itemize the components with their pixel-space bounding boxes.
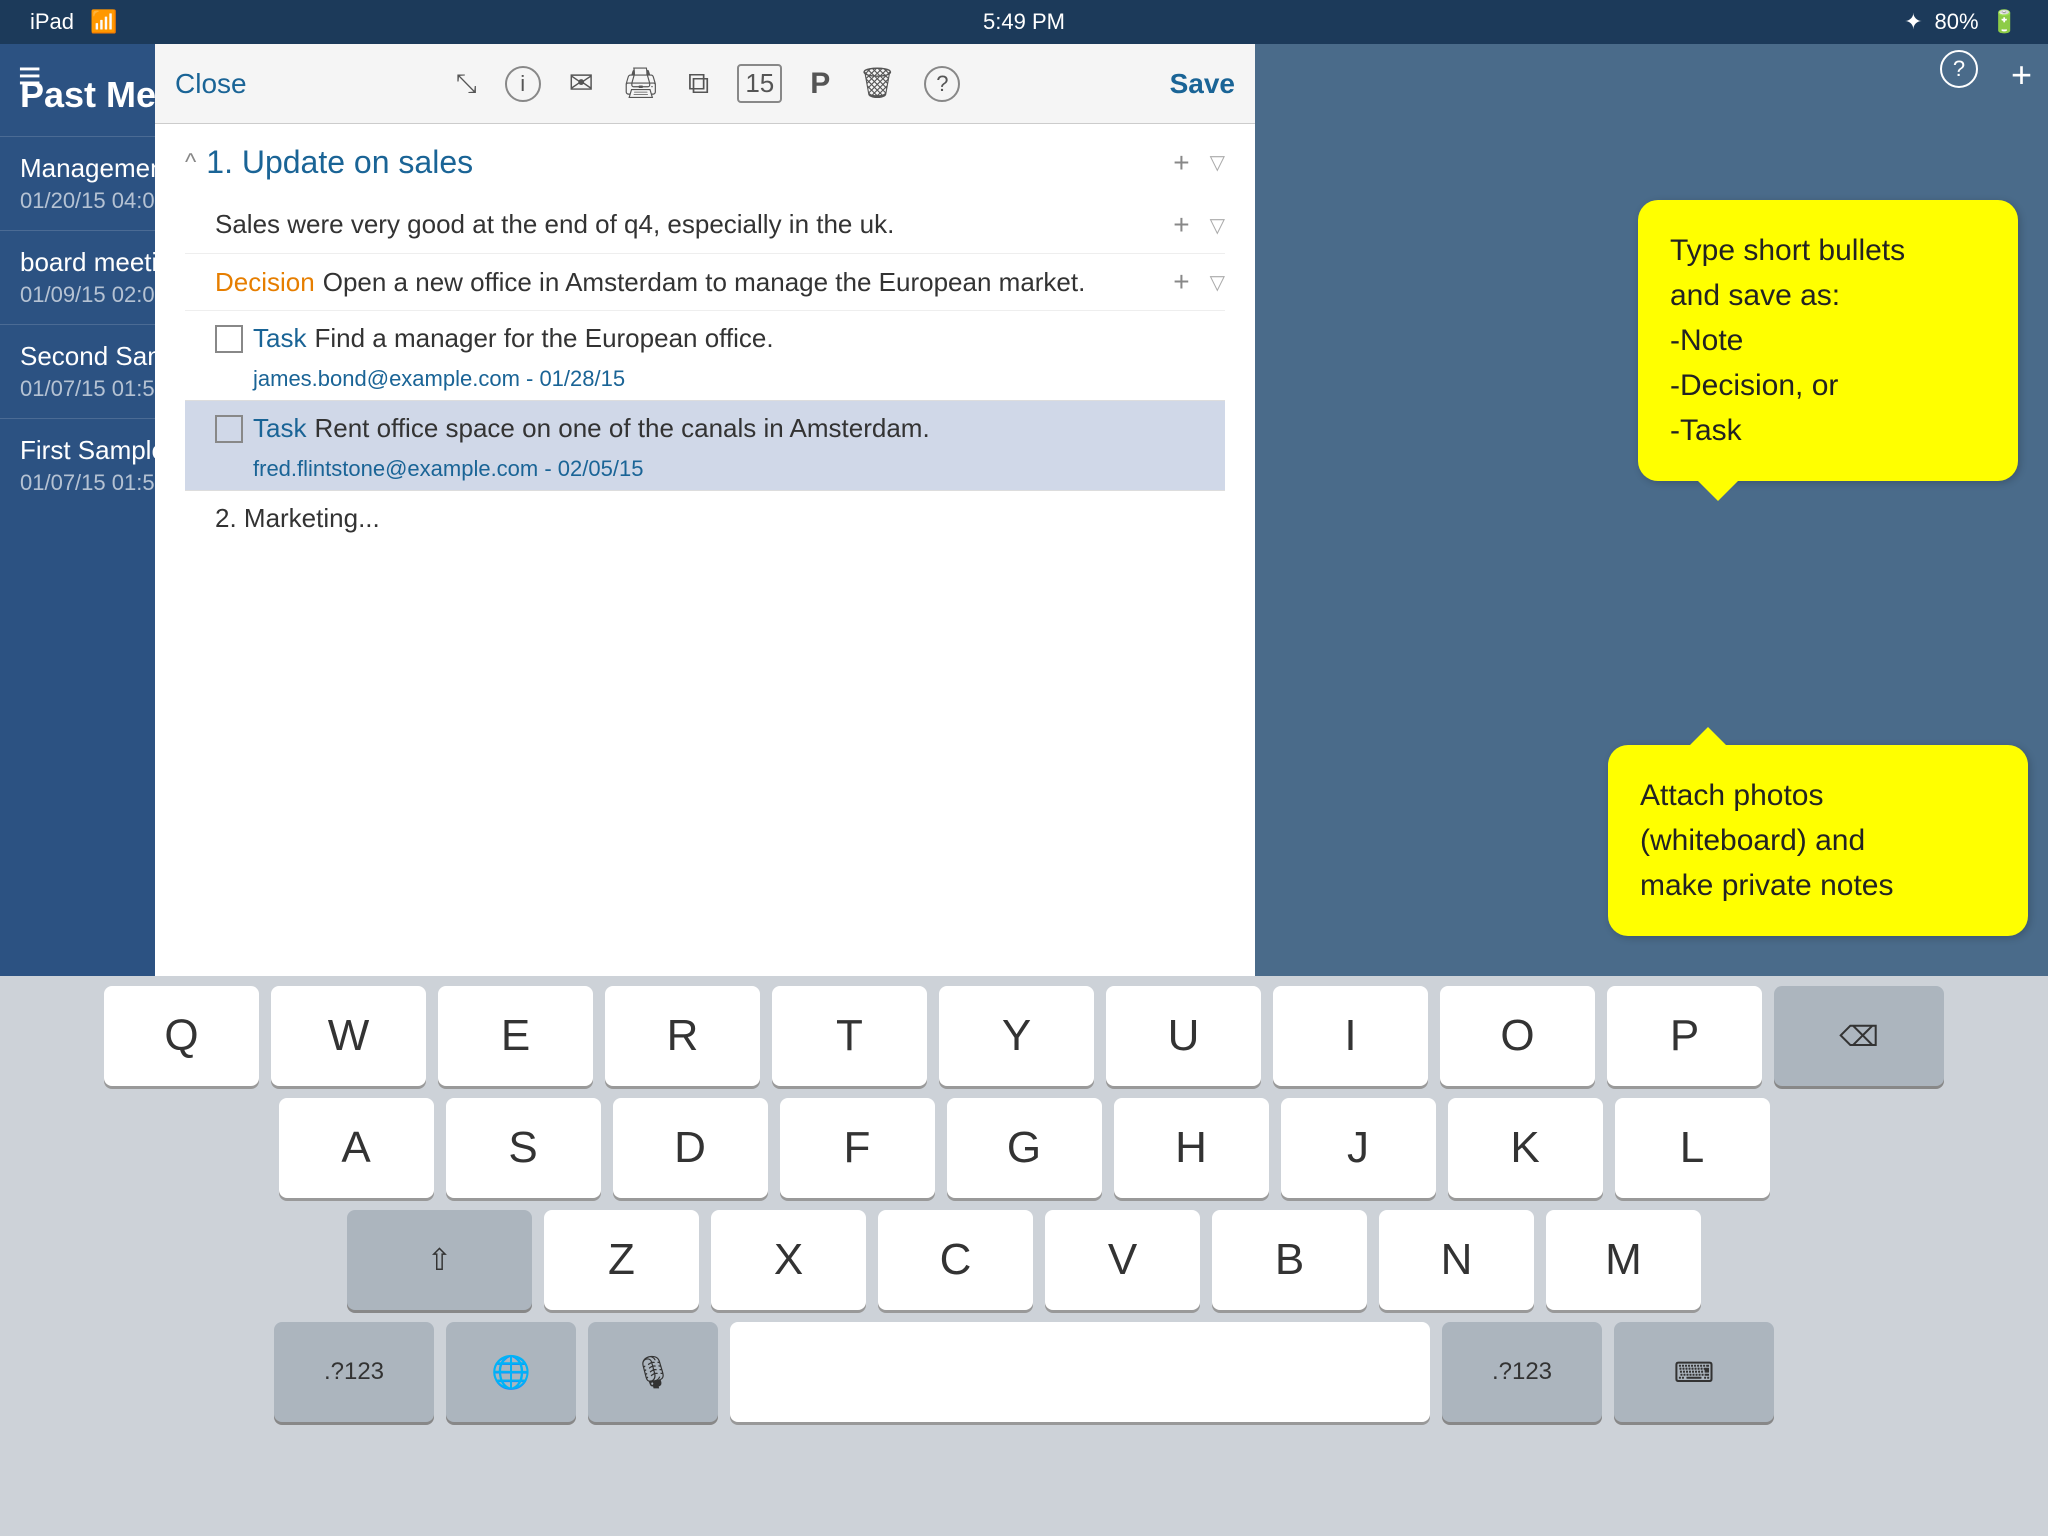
- key-keyboard[interactable]: ⌨: [1614, 1322, 1774, 1422]
- hamburger-icon[interactable]: ≡: [18, 54, 41, 99]
- key-m[interactable]: M: [1546, 1210, 1701, 1310]
- note-collapse-icon[interactable]: ▽: [1210, 213, 1225, 238]
- task-row-2: Task Rent office space on one of the can…: [185, 401, 1225, 491]
- task-label-1: Task: [253, 323, 306, 354]
- key-p[interactable]: P: [1607, 986, 1762, 1086]
- key-d[interactable]: D: [613, 1098, 768, 1198]
- info-icon[interactable]: i: [505, 66, 541, 102]
- task-checkbox-2[interactable]: [215, 415, 243, 443]
- key-j[interactable]: J: [1281, 1098, 1436, 1198]
- key-g[interactable]: G: [947, 1098, 1102, 1198]
- content-area: ^ 1. Update on sales + ▽ Sales were very…: [155, 124, 1255, 558]
- task-checkbox-1[interactable]: [215, 325, 243, 353]
- task-assignee-1: james.bond@example.com - 01/28/15: [185, 362, 1225, 400]
- tooltip-photos: Attach photos(whiteboard) andmake privat…: [1608, 745, 2028, 936]
- key-q[interactable]: Q: [104, 986, 259, 1086]
- close-button[interactable]: Close: [175, 68, 247, 100]
- status-time: 5:49 PM: [983, 9, 1065, 35]
- key-z[interactable]: Z: [544, 1210, 699, 1310]
- key-v[interactable]: V: [1045, 1210, 1200, 1310]
- decision-text-1: Open a new office in Amsterdam to manage…: [323, 267, 1164, 298]
- topic-row: ^ 1. Update on sales + ▽: [185, 144, 1225, 181]
- keyboard-row-1: Q W E R T Y U I O P ⌫: [10, 986, 2038, 1086]
- task-label-2: Task: [253, 413, 306, 444]
- help-icon[interactable]: ?: [1940, 50, 1978, 88]
- task-row-1: Task Find a manager for the European off…: [185, 311, 1225, 401]
- key-a[interactable]: A: [279, 1098, 434, 1198]
- topic-add-icon[interactable]: +: [1173, 147, 1189, 179]
- key-i[interactable]: I: [1273, 986, 1428, 1086]
- status-bar: iPad 📶 5:49 PM ✦ 80% 🔋: [0, 0, 2048, 44]
- note-row-1: Sales were very good at the end of q4, e…: [185, 197, 1225, 254]
- marketing-row: 2. Marketing...: [185, 491, 1225, 538]
- key-s[interactable]: S: [446, 1098, 601, 1198]
- mail-icon[interactable]: ✉: [569, 66, 594, 101]
- wifi-icon: 📶: [90, 9, 117, 35]
- key-u[interactable]: U: [1106, 986, 1261, 1086]
- key-c[interactable]: C: [878, 1210, 1033, 1310]
- help-circle-icon[interactable]: ?: [924, 66, 960, 102]
- key-space[interactable]: [730, 1322, 1430, 1422]
- key-r[interactable]: R: [605, 986, 760, 1086]
- trash-icon[interactable]: 🗑: [858, 66, 896, 101]
- copy-icon[interactable]: ⧉: [688, 67, 709, 101]
- status-left: iPad 📶: [30, 9, 117, 35]
- key-l[interactable]: L: [1615, 1098, 1770, 1198]
- key-backspace[interactable]: ⌫: [1774, 986, 1944, 1086]
- key-globe[interactable]: 🌐: [446, 1322, 576, 1422]
- battery-percent: 80%: [1935, 9, 1979, 35]
- key-h[interactable]: H: [1114, 1098, 1269, 1198]
- task-assignee-2: fred.flintstone@example.com - 02/05/15: [185, 452, 1225, 490]
- tooltip-photos-text: Attach photos(whiteboard) andmake privat…: [1640, 779, 1893, 902]
- key-num1[interactable]: .?123: [274, 1322, 434, 1422]
- toolbar: Close ⤡ i ✉ 🖨 ⧉ 15 P 🗑 ? Save: [155, 44, 1255, 124]
- key-f[interactable]: F: [780, 1098, 935, 1198]
- key-b[interactable]: B: [1212, 1210, 1367, 1310]
- chevron-icon: ^: [185, 149, 196, 177]
- key-w[interactable]: W: [271, 986, 426, 1086]
- key-num2[interactable]: .?123: [1442, 1322, 1602, 1422]
- print-icon[interactable]: 🖨: [622, 66, 660, 101]
- compress-icon[interactable]: ⤡: [456, 68, 477, 100]
- key-o[interactable]: O: [1440, 986, 1595, 1086]
- ipad-label: iPad: [30, 9, 74, 35]
- toolbar-icons: ⤡ i ✉ 🖨 ⧉ 15 P 🗑 ?: [281, 64, 1136, 103]
- key-y[interactable]: Y: [939, 986, 1094, 1086]
- key-t[interactable]: T: [772, 986, 927, 1086]
- topic-collapse-icon[interactable]: ▽: [1210, 150, 1225, 175]
- topic-title: 1. Update on sales: [206, 144, 473, 181]
- note-text-1: Sales were very good at the end of q4, e…: [215, 209, 1163, 240]
- bluetooth-icon: ✦: [1904, 9, 1922, 35]
- keyboard: Q W E R T Y U I O P ⌫ A S D F G H J K L …: [0, 976, 2048, 1536]
- key-x[interactable]: X: [711, 1210, 866, 1310]
- battery-icon: 🔋: [1991, 9, 2018, 35]
- tooltip-bullets-text: Type short bulletsand save as:-Note-Deci…: [1670, 234, 1905, 447]
- decision-label: Decision: [215, 267, 315, 298]
- tooltip-bullets: Type short bulletsand save as:-Note-Deci…: [1638, 200, 2018, 481]
- task-text-1: Find a manager for the European office.: [314, 323, 1225, 354]
- key-n[interactable]: N: [1379, 1210, 1534, 1310]
- keyboard-bottom-row: .?123 🌐 🎙 .?123 ⌨: [0, 1322, 2048, 1430]
- save-button[interactable]: Save: [1170, 68, 1235, 100]
- topic-actions: + ▽: [1173, 147, 1225, 179]
- key-mic[interactable]: 🎙: [588, 1322, 718, 1422]
- note-add-icon[interactable]: +: [1173, 209, 1189, 241]
- key-shift[interactable]: ⇧: [347, 1210, 532, 1310]
- key-e[interactable]: E: [438, 986, 593, 1086]
- paragraph-icon[interactable]: P: [810, 67, 830, 101]
- decision-row-1: Decision Open a new office in Amsterdam …: [185, 254, 1225, 311]
- keyboard-row-3: ⇧ Z X C V B N M: [10, 1210, 2038, 1310]
- key-k[interactable]: K: [1448, 1098, 1603, 1198]
- status-right: ✦ 80% 🔋: [1904, 9, 2018, 35]
- task-text-2: Rent office space on one of the canals i…: [314, 413, 1225, 444]
- decision-add-icon[interactable]: +: [1173, 266, 1189, 298]
- add-button[interactable]: +: [2011, 54, 2032, 96]
- keyboard-row-2: A S D F G H J K L: [10, 1098, 2038, 1198]
- decision-collapse-icon[interactable]: ▽: [1210, 270, 1225, 295]
- calendar-icon[interactable]: 15: [737, 64, 782, 103]
